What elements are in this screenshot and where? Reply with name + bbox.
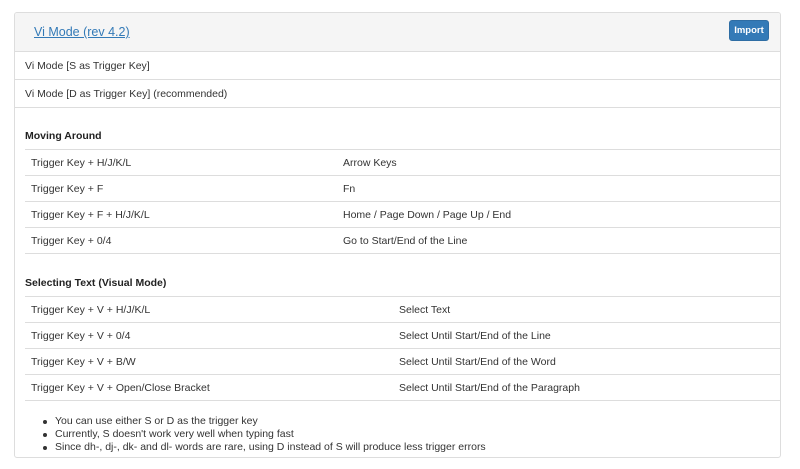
key-combo: Trigger Key + V + H/J/K/L	[25, 296, 393, 323]
table-row: Trigger Key + F Fn	[25, 175, 780, 202]
table-row: Trigger Key + 0/4 Go to Start/End of the…	[25, 227, 780, 254]
table-row: Trigger Key + V + B/W Select Until Start…	[25, 348, 780, 375]
panel-heading: Vi Mode (rev 4.2) Import	[15, 13, 780, 52]
key-combo: Trigger Key + V + 0/4	[25, 322, 393, 349]
selecting-table: Trigger Key + V + H/J/K/L Select Text Tr…	[25, 296, 780, 401]
notes-list: You can use either S or D as the trigger…	[25, 415, 770, 454]
key-combo: Trigger Key + V + B/W	[25, 348, 393, 375]
bullet-icon	[43, 446, 47, 450]
key-action: Fn	[337, 175, 780, 202]
key-combo: Trigger Key + F	[25, 175, 337, 202]
table-row: Trigger Key + F + H/J/K/L Home / Page Do…	[25, 201, 780, 228]
list-item: Since dh-, dj-, dk- and dl- words are ra…	[43, 441, 770, 454]
key-combo: Trigger Key + V + Open/Close Bracket	[25, 374, 393, 401]
rule-title-link[interactable]: Vi Mode (rev 4.2)	[34, 25, 130, 39]
table-row: Trigger Key + H/J/K/L Arrow Keys	[25, 149, 780, 176]
note-text: You can use either S or D as the trigger…	[55, 415, 258, 427]
key-action: Arrow Keys	[337, 149, 780, 176]
table-row: Trigger Key + V + 0/4 Select Until Start…	[25, 322, 780, 349]
section-title-moving: Moving Around	[25, 130, 102, 142]
import-button[interactable]: Import	[729, 20, 769, 41]
section-title-selecting: Selecting Text (Visual Mode)	[25, 277, 167, 289]
key-action: Select Text	[393, 296, 780, 323]
option-s-trigger[interactable]: Vi Mode [S as Trigger Key]	[15, 52, 780, 80]
key-combo: Trigger Key + F + H/J/K/L	[25, 201, 337, 228]
list-item: Currently, S doesn't work very well when…	[43, 428, 770, 441]
key-action: Select Until Start/End of the Paragraph	[393, 374, 780, 401]
option-d-trigger[interactable]: Vi Mode [D as Trigger Key] (recommended)	[15, 80, 780, 108]
key-action: Go to Start/End of the Line	[337, 227, 780, 254]
key-action: Select Until Start/End of the Word	[393, 348, 780, 375]
table-row: Trigger Key + V + Open/Close Bracket Sel…	[25, 374, 780, 401]
key-combo: Trigger Key + 0/4	[25, 227, 337, 254]
bullet-icon	[43, 420, 47, 424]
bullet-icon	[43, 433, 47, 437]
table-row: Trigger Key + V + H/J/K/L Select Text	[25, 296, 780, 323]
key-action: Select Until Start/End of the Line	[393, 322, 780, 349]
moving-table: Trigger Key + H/J/K/L Arrow Keys Trigger…	[25, 149, 780, 254]
note-text: Since dh-, dj-, dk- and dl- words are ra…	[55, 441, 486, 453]
key-action: Home / Page Down / Page Up / End	[337, 201, 780, 228]
note-text: Currently, S doesn't work very well when…	[55, 428, 294, 440]
key-combo: Trigger Key + H/J/K/L	[25, 149, 337, 176]
rule-panel: Vi Mode (rev 4.2) Import Vi Mode [S as T…	[14, 12, 781, 458]
list-item: You can use either S or D as the trigger…	[43, 415, 770, 428]
panel-body: Moving Around Trigger Key + H/J/K/L Arro…	[15, 130, 780, 454]
